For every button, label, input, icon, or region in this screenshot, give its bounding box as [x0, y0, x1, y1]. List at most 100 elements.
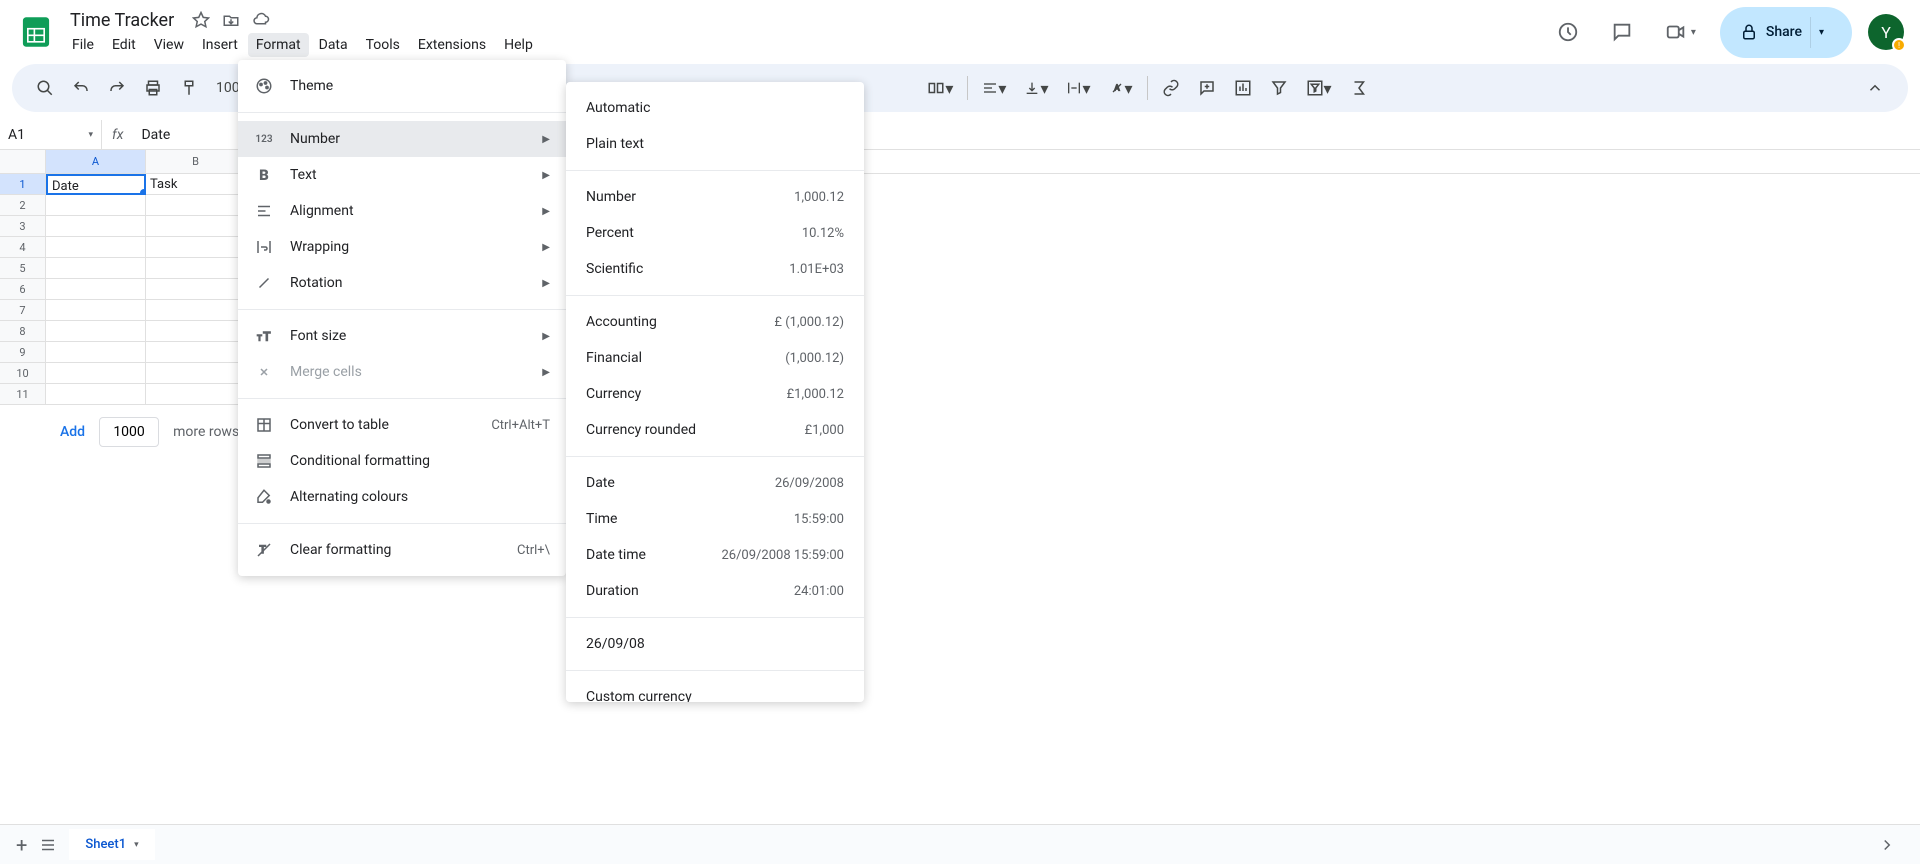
collapse-toolbar-icon[interactable]	[1858, 73, 1892, 103]
row-header[interactable]: 7	[0, 300, 46, 321]
cell[interactable]	[146, 321, 246, 342]
menu-tools[interactable]: Tools	[358, 33, 408, 57]
cell[interactable]	[46, 237, 146, 258]
cell[interactable]	[46, 363, 146, 384]
row-header[interactable]: 2	[0, 195, 46, 216]
paint-format-icon[interactable]	[172, 73, 206, 103]
menu-file[interactable]: File	[64, 33, 102, 57]
share-dropdown-icon[interactable]: ▾	[1810, 17, 1832, 48]
number-format-date[interactable]: Date26/09/2008	[566, 465, 864, 501]
redo-icon[interactable]	[100, 73, 134, 103]
menu-view[interactable]: View	[146, 33, 192, 57]
avatar[interactable]: Y !	[1868, 14, 1904, 50]
row-header[interactable]: 4	[0, 237, 46, 258]
format-menu-item-alignment[interactable]: Alignment ▶	[238, 193, 566, 229]
cell[interactable]	[46, 279, 146, 300]
cell[interactable]	[46, 258, 146, 279]
add-sheet-icon[interactable]: +	[16, 833, 27, 857]
cell[interactable]	[46, 216, 146, 237]
format-menu-item-font-size[interactable]: TT Font size ▶	[238, 318, 566, 354]
menu-help[interactable]: Help	[496, 33, 541, 57]
explore-icon[interactable]	[1870, 828, 1904, 862]
undo-icon[interactable]	[64, 73, 98, 103]
number-format-percent[interactable]: Percent10.12%	[566, 215, 864, 251]
chart-icon[interactable]	[1226, 73, 1260, 103]
sheets-logo[interactable]	[16, 12, 56, 52]
col-header-b[interactable]: B	[146, 150, 246, 173]
row-header[interactable]: 9	[0, 342, 46, 363]
filter-views-icon[interactable]: ▾	[1298, 73, 1340, 104]
rotate-text-icon[interactable]: A ▾	[1101, 73, 1141, 104]
valign-icon[interactable]: ▾	[1016, 73, 1056, 104]
search-icon[interactable]	[28, 73, 62, 103]
cell[interactable]	[146, 237, 246, 258]
functions-icon[interactable]	[1342, 73, 1376, 103]
chevron-down-icon[interactable]: ▾	[134, 840, 139, 850]
number-format-financial[interactable]: Financial(1,000.12)	[566, 340, 864, 376]
share-button[interactable]: Share ▾	[1720, 7, 1852, 58]
format-menu-item-alternating-colours[interactable]: Alternating colours	[238, 479, 566, 515]
number-format-currency-rounded[interactable]: Currency rounded£1,000	[566, 412, 864, 448]
comment-icon[interactable]	[1190, 73, 1224, 103]
add-rows-link[interactable]: Add	[60, 424, 85, 440]
row-header[interactable]: 1	[0, 174, 46, 195]
row-header[interactable]: 11	[0, 384, 46, 405]
row-header[interactable]: 5	[0, 258, 46, 279]
selection-handle[interactable]	[140, 189, 146, 195]
meet-icon[interactable]: ▾	[1657, 13, 1704, 51]
format-menu-item-rotation[interactable]: Rotation ▶	[238, 265, 566, 301]
filter-icon[interactable]	[1262, 73, 1296, 103]
cell[interactable]	[146, 279, 246, 300]
number-format-duration[interactable]: Duration24:01:00	[566, 573, 864, 609]
add-rows-input[interactable]	[99, 417, 159, 447]
format-menu-item-clear-formatting[interactable]: T Clear formatting Ctrl+\	[238, 532, 566, 568]
print-icon[interactable]	[136, 73, 170, 103]
name-box[interactable]: A1 ▾	[0, 120, 102, 149]
cell[interactable]	[46, 300, 146, 321]
number-format-26-09-08[interactable]: 26/09/08	[566, 626, 864, 662]
format-menu-item-wrapping[interactable]: Wrapping ▶	[238, 229, 566, 265]
cell[interactable]	[146, 342, 246, 363]
move-icon[interactable]	[222, 11, 240, 29]
history-icon[interactable]	[1549, 13, 1587, 51]
cell[interactable]	[146, 363, 246, 384]
comments-icon[interactable]	[1603, 13, 1641, 51]
number-format-custom-currency[interactable]: Custom currency	[566, 679, 864, 702]
cell[interactable]	[146, 258, 246, 279]
document-title[interactable]: Time Tracker	[64, 8, 180, 33]
number-format-automatic[interactable]: Automatic	[566, 90, 864, 126]
menu-edit[interactable]: Edit	[104, 33, 144, 57]
halign-icon[interactable]: ▾	[974, 73, 1014, 104]
menu-format[interactable]: Format	[248, 33, 309, 57]
cell[interactable]	[46, 384, 146, 405]
star-icon[interactable]	[192, 11, 210, 29]
row-header[interactable]: 6	[0, 279, 46, 300]
format-menu-item-theme[interactable]: Theme	[238, 68, 566, 104]
wrap-icon[interactable]: ▾	[1058, 73, 1098, 104]
row-header[interactable]: 10	[0, 363, 46, 384]
cell[interactable]	[146, 216, 246, 237]
link-icon[interactable]	[1154, 73, 1188, 103]
select-all-corner[interactable]	[0, 150, 46, 173]
format-menu-item-number[interactable]: 123 Number ▶	[238, 121, 566, 157]
col-header-a[interactable]: A	[46, 150, 146, 173]
row-header[interactable]: 8	[0, 321, 46, 342]
cell[interactable]	[46, 342, 146, 363]
row-header[interactable]: 3	[0, 216, 46, 237]
format-menu-item-convert-to-table[interactable]: Convert to table Ctrl+Alt+T	[238, 407, 566, 443]
number-format-currency[interactable]: Currency£1,000.12	[566, 376, 864, 412]
cell[interactable]	[146, 384, 246, 405]
format-menu-item-conditional-formatting[interactable]: Conditional formatting	[238, 443, 566, 479]
cell[interactable]	[146, 300, 246, 321]
all-sheets-icon[interactable]	[39, 836, 57, 854]
cell[interactable]	[146, 195, 246, 216]
merge-icon[interactable]: ▾	[919, 73, 961, 104]
cell[interactable]	[46, 321, 146, 342]
menu-extensions[interactable]: Extensions	[410, 33, 494, 57]
number-format-plain-text[interactable]: Plain text	[566, 126, 864, 162]
number-format-number[interactable]: Number1,000.12	[566, 179, 864, 215]
cloud-icon[interactable]	[252, 11, 270, 29]
number-format-date-time[interactable]: Date time26/09/2008 15:59:00	[566, 537, 864, 573]
number-format-time[interactable]: Time15:59:00	[566, 501, 864, 537]
menu-insert[interactable]: Insert	[194, 33, 246, 57]
